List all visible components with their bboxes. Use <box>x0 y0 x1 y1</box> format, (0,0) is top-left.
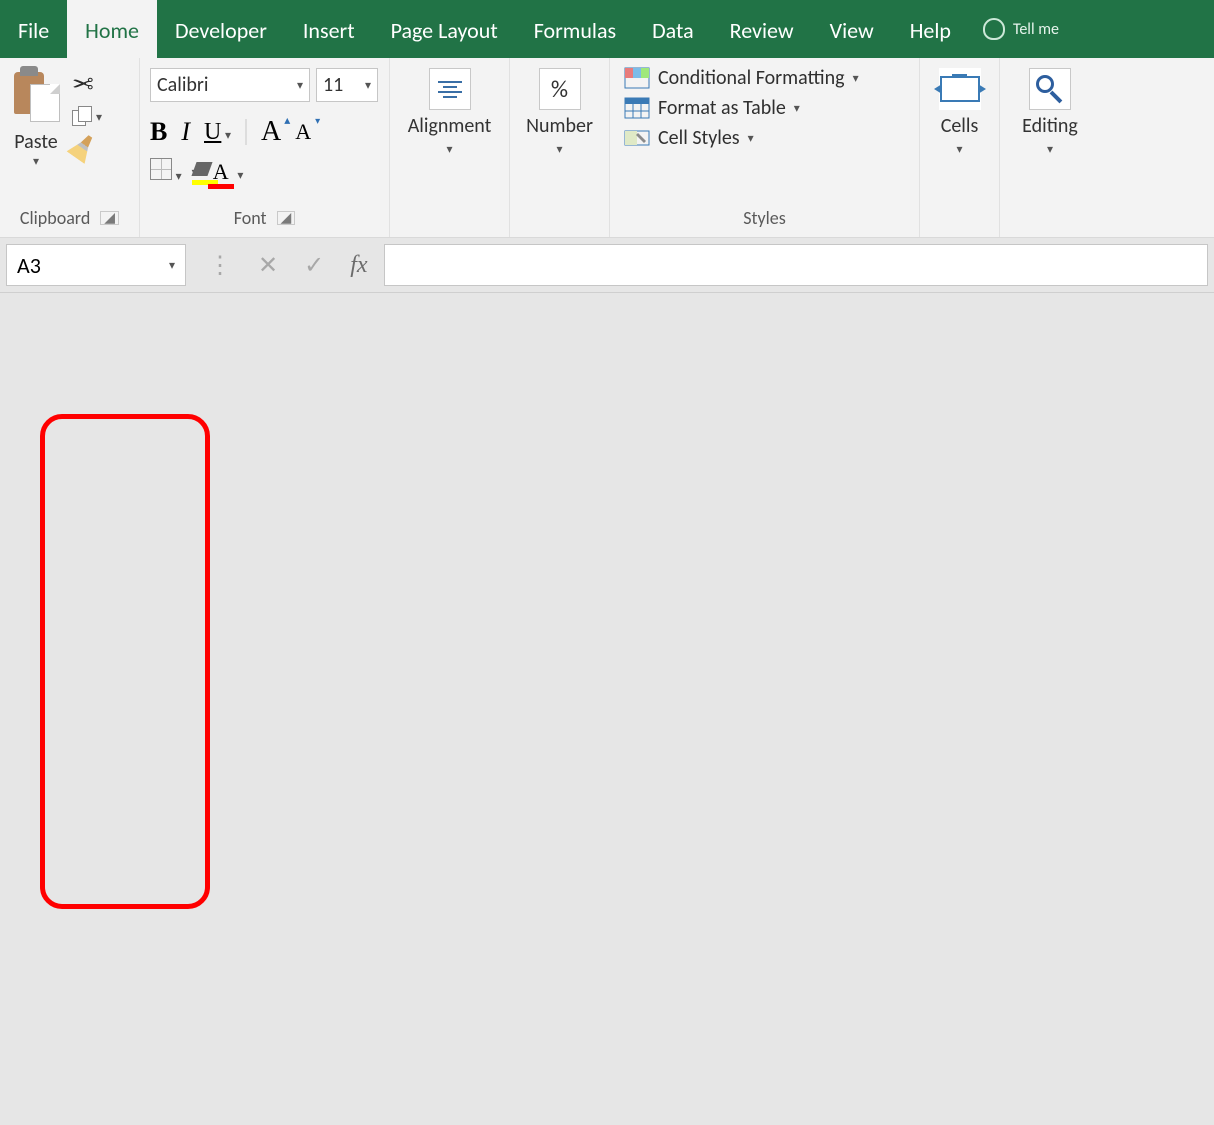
name-box[interactable]: A3▾ <box>6 244 186 286</box>
font-size-combo[interactable]: 11▾ <box>316 68 378 102</box>
percent-icon: % <box>539 68 581 110</box>
alignment-button[interactable]: Alignment ▾ <box>400 64 500 225</box>
group-font: Calibri▾ 11▾ B I U ▾ A▴ A▾ ▾ ▾ A ▾ Font ◢ <box>140 58 390 237</box>
group-cells: Cells ▾ <box>920 58 1000 237</box>
tell-me-search[interactable]: Tell me <box>969 0 1073 58</box>
tab-data[interactable]: Data <box>634 0 712 58</box>
font-launcher[interactable]: ◢ <box>277 211 296 225</box>
alignment-dropdown[interactable]: ▾ <box>446 142 452 157</box>
formula-bar-expand[interactable] <box>0 293 1214 383</box>
editing-button[interactable]: Editing ▾ <box>1014 64 1086 225</box>
copy-button[interactable]: ▾ <box>72 106 102 128</box>
cells-label: Cells <box>941 114 979 138</box>
number-dropdown[interactable]: ▾ <box>556 142 562 157</box>
underline-button[interactable]: U <box>204 119 221 145</box>
group-alignment: Alignment ▾ <box>390 58 510 237</box>
conditional-formatting-button[interactable]: Conditional Formatting▾ <box>624 66 859 90</box>
group-number: % Number ▾ <box>510 58 610 237</box>
format-painter-button[interactable] <box>72 134 102 160</box>
ribbon-tab-bar: File Home Developer Insert Page Layout F… <box>0 0 1214 58</box>
paste-icon[interactable] <box>10 66 62 128</box>
cells-icon <box>939 68 981 110</box>
tell-me-label: Tell me <box>1013 20 1059 39</box>
group-styles: Conditional Formatting▾ Format as Table▾… <box>610 58 920 237</box>
cells-dropdown[interactable]: ▾ <box>956 142 962 157</box>
grow-font-button[interactable]: A▴ <box>261 116 281 148</box>
paste-dropdown[interactable]: ▾ <box>33 154 39 169</box>
lightbulb-icon <box>983 18 1005 40</box>
group-label-clipboard: Clipboard <box>20 207 90 229</box>
number-button[interactable]: % Number ▾ <box>518 64 601 225</box>
italic-button[interactable]: I <box>181 117 190 147</box>
annotation-red-box <box>40 414 210 909</box>
font-color-icon: A <box>208 159 234 185</box>
cancel-formula-icon[interactable]: ✕ <box>258 251 278 280</box>
tab-developer[interactable]: Developer <box>157 0 285 58</box>
cell-styles-button[interactable]: Cell Styles▾ <box>624 126 859 150</box>
tab-formulas[interactable]: Formulas <box>516 0 634 58</box>
tab-review[interactable]: Review <box>712 0 812 58</box>
group-label-font: Font <box>234 207 267 229</box>
cut-button[interactable]: ✂ <box>72 68 102 100</box>
font-name-combo[interactable]: Calibri▾ <box>150 68 310 102</box>
tab-view[interactable]: View <box>812 0 892 58</box>
fill-color-button[interactable]: ▾ <box>192 162 198 181</box>
brush-icon <box>67 130 100 164</box>
number-label: Number <box>526 114 593 138</box>
find-icon <box>1029 68 1071 110</box>
format-as-table-button[interactable]: Format as Table▾ <box>624 96 859 120</box>
editing-dropdown[interactable]: ▾ <box>1047 142 1053 157</box>
clipboard-launcher[interactable]: ◢ <box>100 211 119 225</box>
tab-page-layout[interactable]: Page Layout <box>373 0 516 58</box>
font-color-button[interactable]: A ▾ <box>208 159 244 185</box>
editing-label: Editing <box>1022 114 1078 138</box>
borders-button[interactable]: ▾ <box>150 158 182 185</box>
format-as-table-icon <box>624 97 650 119</box>
borders-icon <box>150 158 172 180</box>
tab-file[interactable]: File <box>0 0 67 58</box>
underline-dropdown[interactable]: ▾ <box>225 129 231 143</box>
group-label-styles: Styles <box>743 207 786 229</box>
formula-input[interactable] <box>384 244 1208 286</box>
cell-styles-icon <box>624 127 650 149</box>
alignment-icon <box>429 68 471 110</box>
shrink-font-button[interactable]: A▾ <box>295 119 311 145</box>
cells-button[interactable]: Cells ▾ <box>931 64 989 225</box>
scissors-icon: ✂ <box>72 68 94 100</box>
paste-button[interactable]: Paste <box>14 130 58 154</box>
ribbon: Paste ▾ ✂ ▾ Clipboard ◢ Calibri▾ 11▾ B I … <box>0 58 1214 238</box>
tab-help[interactable]: Help <box>892 0 969 58</box>
group-clipboard: Paste ▾ ✂ ▾ Clipboard ◢ <box>0 58 140 237</box>
conditional-formatting-icon <box>624 67 650 89</box>
alignment-label: Alignment <box>408 114 492 138</box>
bold-button[interactable]: B <box>150 117 167 147</box>
fx-menu-icon[interactable]: ⋮ <box>208 251 232 280</box>
tab-insert[interactable]: Insert <box>285 0 373 58</box>
tab-home[interactable]: Home <box>67 0 157 58</box>
enter-formula-icon[interactable]: ✓ <box>304 251 324 280</box>
copy-icon <box>72 106 94 128</box>
formula-bar: A3▾ ⋮ ✕ ✓ fx <box>0 238 1214 293</box>
fx-icon[interactable]: fx <box>350 252 367 279</box>
group-editing: Editing ▾ <box>1000 58 1100 237</box>
